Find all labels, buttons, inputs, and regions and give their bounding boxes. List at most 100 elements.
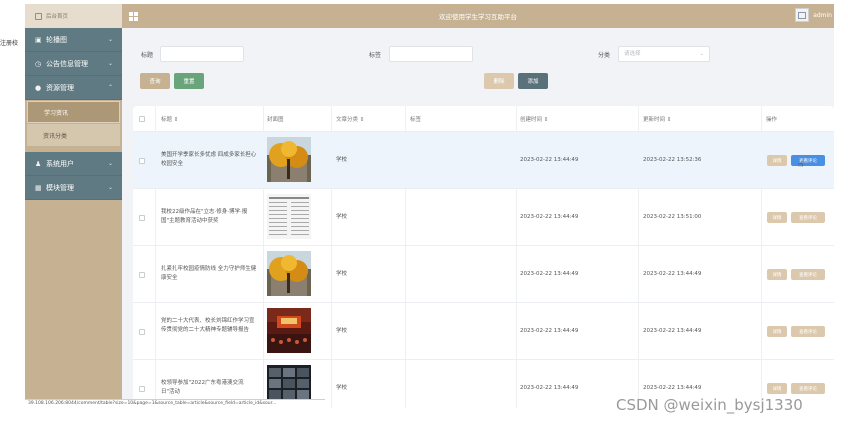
chevron-down-icon: ⌄ xyxy=(107,36,113,43)
user-icon: ♟ xyxy=(35,159,42,168)
row-updated: 2023-02-22 13:44:49 xyxy=(643,385,702,391)
delete-button[interactable]: 删除 xyxy=(484,73,514,89)
category-select[interactable]: 请选择 ⌄ xyxy=(618,46,710,62)
chevron-down-icon: ⌄ xyxy=(107,160,113,167)
row-category: 学校 xyxy=(336,385,348,391)
row-updated: 2023-02-22 13:44:49 xyxy=(643,271,702,277)
home-icon xyxy=(35,12,42,20)
sidebar-item-label: 资源管理 xyxy=(46,83,74,92)
sidebar-item-label: 模块管理 xyxy=(46,183,74,192)
clock-icon: ◷ xyxy=(35,59,42,68)
overflow-text: 注册校 xyxy=(0,38,25,47)
location-icon: ● xyxy=(35,83,42,92)
title-input[interactable] xyxy=(160,46,244,62)
view-comments-button[interactable]: 查看评论 xyxy=(791,212,825,223)
user-menu[interactable]: admin xyxy=(795,8,834,22)
main-content: 标题 标签 分类 请选择 ⌄ 查询 重置 删除 添加 标题 ⇕ 封面图 文章分类… xyxy=(122,28,834,408)
row-checkbox[interactable] xyxy=(139,386,145,392)
row-created: 2023-02-22 13:44:49 xyxy=(520,214,579,220)
cover-image-document xyxy=(267,194,311,239)
row-created: 2023-02-22 13:44:49 xyxy=(520,271,579,277)
sidebar-menu: ▣ 轮播图 ⌄ ◷ 公告信息管理 ⌄ ● 资源管理 ⌃ xyxy=(25,28,122,100)
table-header: 标题 ⇕ 封面图 文章分类 ⇕ 标签 创建时间 ⇕ 更新时间 ⇕ 操作 xyxy=(133,106,834,132)
view-comments-button[interactable]: 查看评论 xyxy=(791,326,825,337)
chevron-up-icon: ⌃ xyxy=(107,84,113,91)
reset-button[interactable]: 重置 xyxy=(174,73,204,89)
sidebar-item-label: 系统用户 xyxy=(46,159,74,168)
image-icon xyxy=(798,11,807,19)
row-checkbox[interactable] xyxy=(139,215,145,221)
sidebar-submenu: 学习资讯 资讯分类 xyxy=(25,100,122,148)
row-category: 学校 xyxy=(336,157,348,163)
chevron-down-icon: ⌄ xyxy=(107,184,113,191)
sidebar-item-label: 轮播图 xyxy=(46,35,67,44)
username: admin xyxy=(813,11,832,19)
mouse-cursor-icon: ☝ xyxy=(798,160,804,170)
row-title: 美国开学季家长多忧虑 四成多家长担心校园安全 xyxy=(161,152,257,167)
watermark: CSDN @weixin_bysj1330 xyxy=(616,396,803,414)
detail-button[interactable]: 详情 xyxy=(767,326,787,337)
row-category: 学校 xyxy=(336,328,348,334)
sidebar-item-modules[interactable]: ▦ 模块管理 ⌄ xyxy=(25,176,122,200)
sidebar-home[interactable]: 后台首页 xyxy=(25,4,122,28)
row-title: 校领导参加"2022广东粤港澳交流日"活动 xyxy=(161,380,244,395)
query-button[interactable]: 查询 xyxy=(140,73,170,89)
row-category: 学校 xyxy=(336,214,348,220)
row-title: 扎紧扎牢校园疫情防线 全力守护师生健康安全 xyxy=(161,266,257,281)
col-category[interactable]: 文章分类 ⇕ xyxy=(336,115,364,123)
col-updated[interactable]: 更新时间 ⇕ xyxy=(643,115,671,123)
row-checkbox[interactable] xyxy=(139,272,145,278)
row-checkbox[interactable] xyxy=(139,158,145,164)
cover-image-autumn-campus xyxy=(267,137,311,182)
row-updated: 2023-02-22 13:44:49 xyxy=(643,328,702,334)
app-window: 注册校 后台首页 ▣ 轮播图 ⌄ ◷ 公告信息管理 ⌄ ● 资源管理 ⌃ 学习资… xyxy=(0,0,848,425)
sidebar-item-resources[interactable]: ● 资源管理 ⌃ xyxy=(25,76,122,100)
sidebar-item-carousel[interactable]: ▣ 轮播图 ⌄ xyxy=(25,28,122,52)
row-checkbox[interactable] xyxy=(139,329,145,335)
view-comments-button[interactable]: 查看评论 xyxy=(791,383,825,394)
tag-label: 标签 xyxy=(369,52,382,59)
sidebar: 后台首页 ▣ 轮播图 ⌄ ◷ 公告信息管理 ⌄ ● 资源管理 ⌃ 学习资讯 资讯… xyxy=(25,4,122,408)
sidebar-item-notices[interactable]: ◷ 公告信息管理 ⌄ xyxy=(25,52,122,76)
col-created[interactable]: 创建时间 ⇕ xyxy=(520,115,548,123)
select-all-checkbox[interactable] xyxy=(139,116,145,122)
avatar xyxy=(795,8,810,22)
chevron-down-icon: ⌄ xyxy=(107,60,113,67)
detail-button[interactable]: 详情 xyxy=(767,383,787,394)
detail-button[interactable]: 详情 xyxy=(767,155,787,166)
sidebar-subitem-study-news[interactable]: 学习资讯 xyxy=(27,101,120,123)
sidebar-menu-lower: ♟ 系统用户 ⌄ ▦ 模块管理 ⌄ xyxy=(25,152,122,200)
row-created: 2023-02-22 13:44:49 xyxy=(520,328,579,334)
view-comments-button[interactable]: 查看评论 xyxy=(791,269,825,280)
grid-icon: ▦ xyxy=(35,183,42,192)
view-comments-button[interactable]: 查看评论 xyxy=(791,155,825,166)
row-updated: 2023-02-22 13:52:36 xyxy=(643,157,702,163)
col-cover: 封面图 xyxy=(267,117,284,123)
category-label: 分类 xyxy=(598,52,611,59)
detail-button[interactable]: 详情 xyxy=(767,269,787,280)
col-tag: 标签 xyxy=(410,117,422,123)
search-form: 标题 标签 分类 请选择 ⌄ 查询 重置 删除 添加 xyxy=(122,28,834,98)
title-label: 标题 xyxy=(141,52,154,59)
tag-input[interactable] xyxy=(389,46,473,62)
image-icon: ▣ xyxy=(35,35,42,44)
topbar: 欢迎使用学生学习互助平台 admin xyxy=(122,4,834,28)
detail-button[interactable]: 详情 xyxy=(767,212,787,223)
row-created: 2023-02-22 13:44:49 xyxy=(520,157,579,163)
page-title: 欢迎使用学生学习互助平台 xyxy=(439,13,517,21)
browser-status-url: 39.108.106.206:8044/comment/table?size=1… xyxy=(25,399,325,408)
sidebar-item-system-users[interactable]: ♟ 系统用户 ⌄ xyxy=(25,152,122,176)
cover-image-autumn-campus xyxy=(267,251,311,296)
row-category: 学校 xyxy=(336,271,348,277)
table-row: 我校22级作品在"立志·修身·博学·报国"主题教育活动中获奖 学校 2023-0… xyxy=(133,189,834,246)
table-row: 党的二十大代表、校长刘锦红作学习宣传贯彻党的二十大精神专题辅导报告 学校 202… xyxy=(133,303,834,360)
add-button[interactable]: 添加 xyxy=(518,73,548,89)
cover-image-auditorium xyxy=(267,308,311,353)
row-created: 2023-02-22 13:44:49 xyxy=(520,385,579,391)
sidebar-subitem-news-category[interactable]: 资讯分类 xyxy=(27,124,120,146)
category-placeholder: 请选择 xyxy=(624,51,641,57)
data-table: 标题 ⇕ 封面图 文章分类 ⇕ 标签 创建时间 ⇕ 更新时间 ⇕ 操作 美国开学… xyxy=(133,106,834,408)
col-title[interactable]: 标题 ⇕ xyxy=(161,115,178,123)
row-title: 党的二十大代表、校长刘锦红作学习宣传贯彻党的二十大精神专题辅导报告 xyxy=(161,318,255,333)
sidebar-item-label: 公告信息管理 xyxy=(46,59,88,68)
